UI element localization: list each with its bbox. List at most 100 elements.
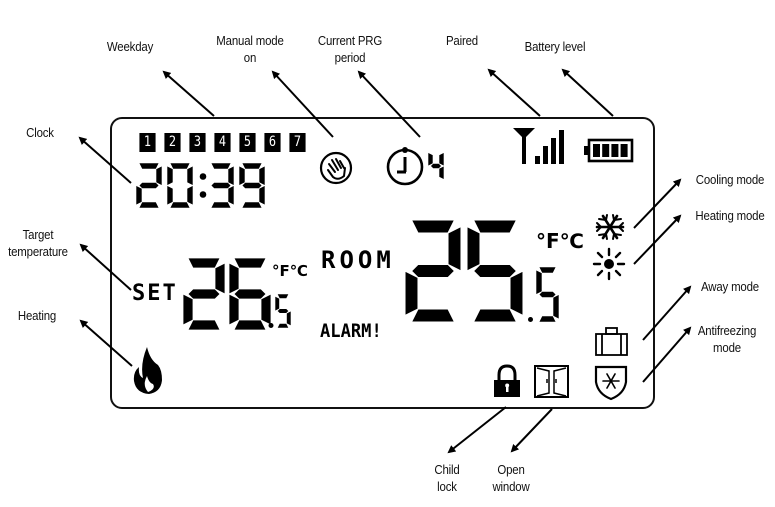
segment-g (241, 182, 263, 189)
digit-2 (135, 162, 163, 209)
arrow-heating-mode (633, 214, 682, 265)
diagram-overlay (78, 68, 692, 454)
digit-6 (228, 257, 272, 331)
sun-icon (592, 247, 626, 281)
segment-b (227, 165, 235, 186)
segment-d (410, 308, 456, 323)
shield-snowflake-icon (594, 365, 628, 401)
segment-g (538, 291, 557, 298)
arrow-paired (487, 68, 541, 117)
segment-a (138, 162, 160, 170)
segment-c (186, 185, 194, 206)
set-temperature-digits (182, 257, 292, 331)
segment-b (447, 225, 462, 272)
room-temperature-digits (404, 219, 560, 323)
segment-g (138, 182, 160, 189)
arrow-antifreezing-mode (642, 326, 692, 383)
segment-a (169, 162, 191, 170)
arrow-weekday (162, 70, 215, 117)
digit-9 (238, 162, 266, 209)
segment-b (258, 165, 266, 186)
segment-d (138, 201, 160, 209)
flame-icon (133, 347, 162, 394)
padlock-icon (494, 364, 520, 397)
segment-a (187, 257, 221, 269)
arrow-prg-period (357, 70, 421, 138)
segment-f (535, 269, 543, 295)
segment-c (438, 165, 445, 180)
prg-period-digit (427, 152, 445, 180)
segment-g (233, 288, 267, 300)
segment-c (552, 294, 560, 320)
segment-d (472, 308, 518, 323)
segment-e (166, 185, 174, 206)
hand-pointer-icon (319, 151, 353, 185)
arrow-open-window (510, 408, 553, 453)
digit-3 (210, 162, 235, 209)
segment-c (258, 185, 266, 206)
segment-c (227, 185, 235, 206)
digit-2 (182, 257, 226, 331)
segment-f (238, 165, 246, 186)
segment-b (155, 165, 163, 186)
segment-e (182, 293, 194, 326)
battery-bar (602, 144, 610, 157)
arrow-target-temperature (79, 243, 132, 291)
segment-e (404, 270, 419, 317)
arrow-manual-mode (271, 70, 334, 138)
battery-bars (593, 144, 628, 157)
decimal-digit-5 (535, 266, 560, 323)
arrow-away-mode (642, 285, 692, 341)
arrow-clock (78, 136, 132, 184)
segment-b (186, 165, 194, 186)
colon-dot (199, 173, 207, 180)
segment-a (472, 219, 518, 234)
segment-a (276, 293, 290, 299)
colon-dot (199, 191, 207, 198)
segment-f (274, 295, 280, 312)
battery-bar (611, 144, 619, 157)
segment-e (135, 185, 143, 206)
battery-bar (593, 144, 600, 157)
segment-a (233, 257, 267, 269)
decimal-point (268, 323, 274, 328)
segment-c (260, 293, 272, 326)
segment-a (410, 219, 456, 234)
segment-b (438, 152, 445, 167)
segment-g (410, 263, 456, 279)
snowflake-icon (595, 214, 625, 240)
segment-a (241, 162, 263, 170)
digit-0 (166, 162, 194, 209)
battery-bar (620, 144, 628, 157)
segment-a (210, 162, 232, 170)
decimal-digit-5 (274, 293, 292, 329)
decimal-point (528, 317, 533, 322)
arrow-battery (561, 68, 614, 117)
clock-icon (386, 147, 424, 186)
segment-d (187, 319, 221, 331)
segment-d (233, 319, 267, 331)
digit-4 (427, 152, 445, 180)
segment-c (286, 310, 292, 327)
segment-g (187, 288, 221, 300)
segment-d (241, 201, 263, 209)
segment-g (210, 182, 232, 189)
segment-c (509, 270, 524, 317)
clock-digits (135, 162, 266, 209)
arrow-child-lock (447, 406, 507, 454)
segment-f (466, 225, 481, 272)
segment-f (228, 262, 240, 295)
open-window-icon (534, 365, 569, 398)
antenna-signal-icon (513, 128, 564, 164)
suitcase-icon (595, 327, 628, 356)
segment-d (210, 201, 232, 209)
segment-e (228, 293, 240, 326)
battery-icon (584, 138, 634, 163)
digit-2 (404, 219, 462, 323)
arrow-heating (79, 319, 133, 367)
segment-a (538, 266, 557, 274)
arrow-cooling-mode (633, 178, 682, 229)
segment-d (538, 315, 557, 323)
segment-f (166, 165, 174, 186)
segment-d (169, 201, 191, 209)
